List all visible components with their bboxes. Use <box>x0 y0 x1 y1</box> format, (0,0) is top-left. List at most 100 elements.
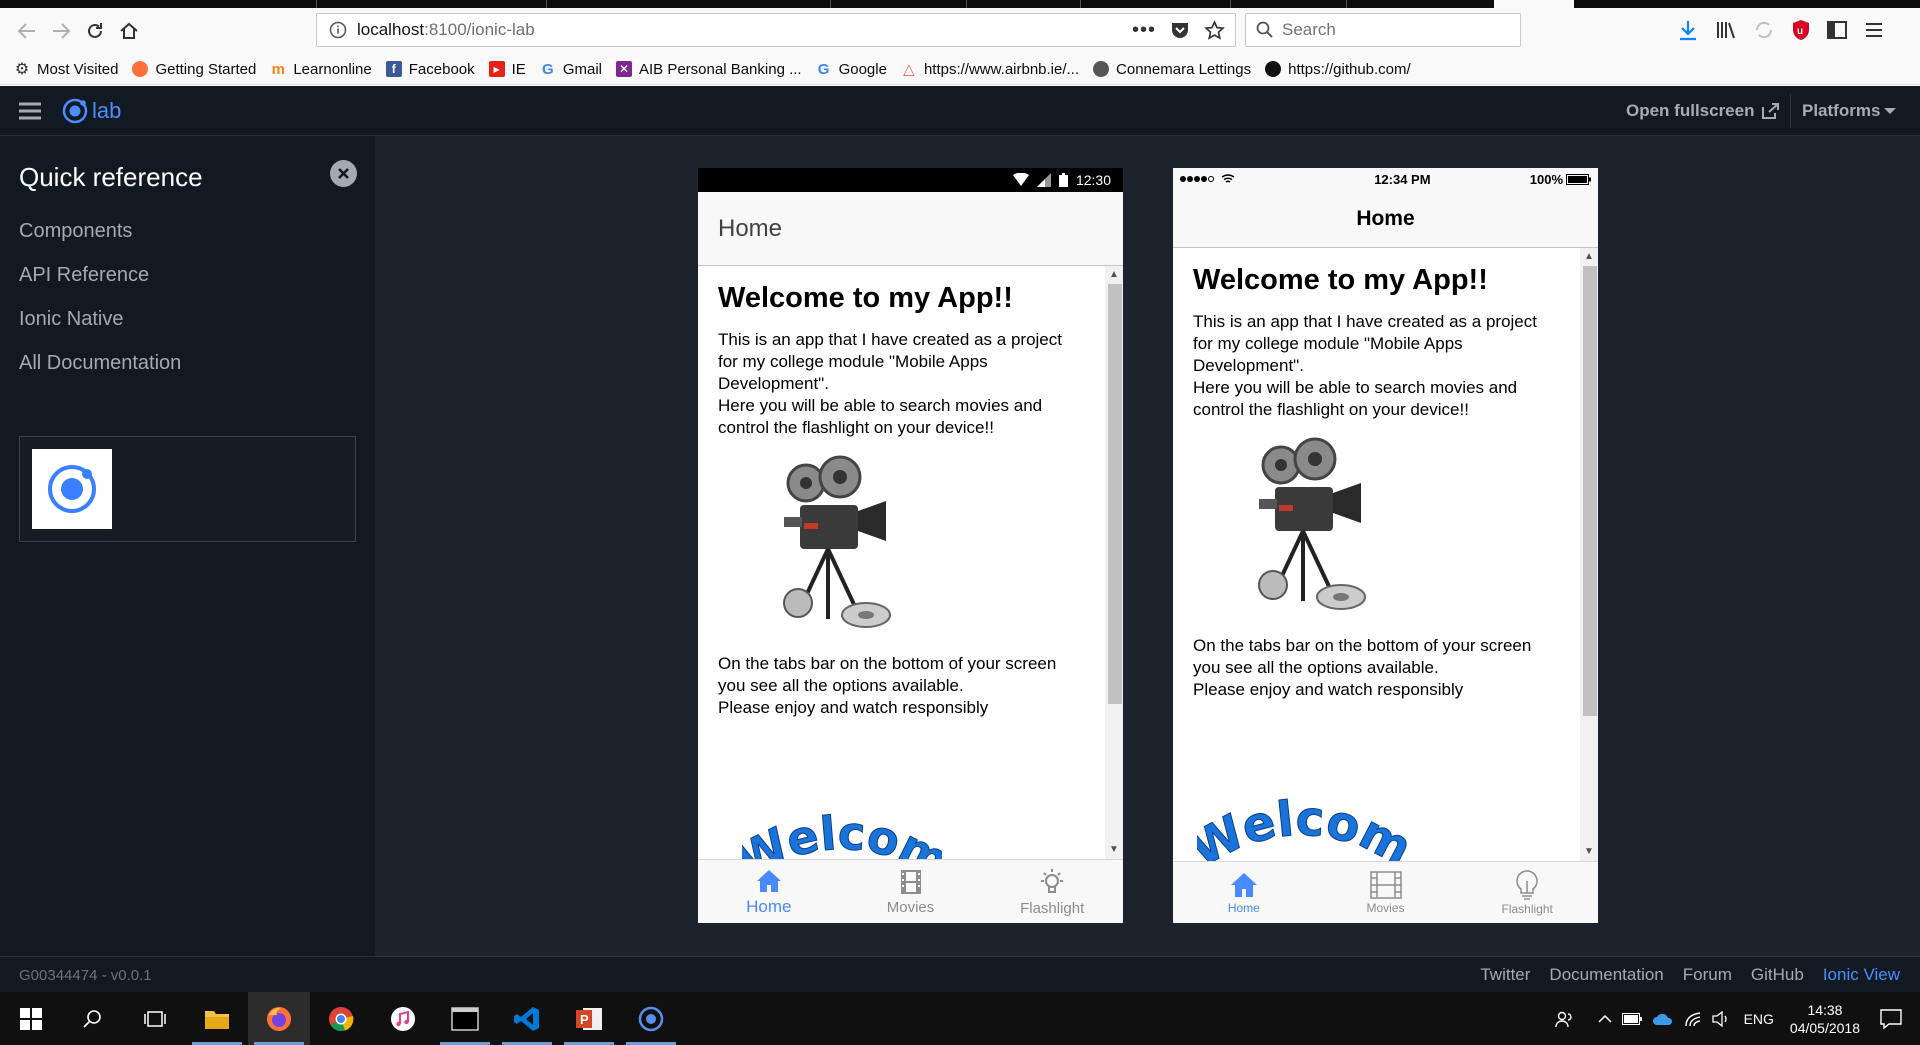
hamburger-menu-icon[interactable] <box>1864 20 1884 40</box>
android-page-title: Home <box>698 192 1123 266</box>
network-icon[interactable] <box>1684 1011 1702 1027</box>
bookmark-most-visited[interactable]: ⚙ Most Visited <box>14 61 119 79</box>
search-button[interactable] <box>62 992 124 1045</box>
footer-link-github[interactable]: GitHub <box>1751 965 1804 985</box>
bookmark-airbnb[interactable]: △ https://www.airbnb.ie/... <box>901 61 1079 79</box>
ionic-app[interactable] <box>620 992 682 1045</box>
google-icon: G <box>817 60 830 78</box>
bookmark-aib[interactable]: ✕ AIB Personal Banking ... <box>615 61 802 78</box>
ios-scrollbar[interactable]: ▲ ▼ <box>1580 248 1598 861</box>
ionic-logo-icon <box>638 1006 664 1031</box>
people-icon[interactable] <box>1554 1009 1574 1029</box>
sidebar-link-components[interactable]: Components <box>19 209 181 253</box>
close-sidebar-button[interactable] <box>330 160 357 187</box>
sidebar-link-api-reference[interactable]: API Reference <box>19 253 181 297</box>
svg-text:Welcome: Welcome <box>742 809 942 859</box>
scroll-down-arrow-icon[interactable]: ▼ <box>1109 845 1119 855</box>
tab-home[interactable]: Home <box>698 860 840 923</box>
reload-button[interactable] <box>78 14 112 48</box>
sidebar-toggle-icon[interactable] <box>1826 19 1848 41</box>
ionic-view-promo[interactable] <box>19 436 356 542</box>
platforms-dropdown[interactable]: Platforms <box>1802 101 1897 121</box>
open-fullscreen-button[interactable]: Open fullscreen <box>1626 101 1780 121</box>
task-view-button[interactable] <box>124 992 186 1045</box>
battery-icon[interactable] <box>1621 1012 1642 1025</box>
tab-flashlight[interactable]: Flashlight <box>1456 862 1598 923</box>
tab-flashlight[interactable]: Flashlight <box>981 860 1123 923</box>
library-icon[interactable] <box>1714 18 1738 42</box>
bookmark-google[interactable]: G Google <box>816 61 887 78</box>
browser-toolbar: localhost:8100/ionic-lab ••• Search u <box>0 8 1920 54</box>
ios-page-title: Home <box>1173 190 1598 248</box>
powerpoint-app[interactable]: P <box>558 992 620 1045</box>
firefox-app[interactable] <box>248 992 310 1045</box>
bookmark-connemara[interactable]: Connemara Lettings <box>1093 61 1251 78</box>
file-explorer-app[interactable] <box>186 992 248 1045</box>
scroll-down-arrow-icon[interactable]: ▼ <box>1584 847 1594 857</box>
external-link-icon <box>1762 103 1780 119</box>
scrollbar-thumb[interactable] <box>1108 284 1122 704</box>
scrollbar-thumb[interactable] <box>1583 266 1597 716</box>
sidebar-link-all-documentation[interactable]: All Documentation <box>19 341 181 385</box>
url-bar[interactable]: localhost:8100/ionic-lab ••• <box>316 13 1236 47</box>
active-tab[interactable] <box>1494 0 1574 8</box>
onedrive-icon[interactable] <box>1652 1012 1674 1026</box>
scroll-up-arrow-icon[interactable]: ▲ <box>1109 270 1119 280</box>
search-bar[interactable]: Search <box>1245 13 1521 47</box>
star-icon[interactable] <box>1204 19 1225 41</box>
itunes-app[interactable] <box>372 992 434 1045</box>
tab-strip <box>0 0 1920 8</box>
intro-line-1: This is an app that I have created as a … <box>1193 312 1537 375</box>
lab-footer: G00344474 - v0.0.1 Twitter Documentation… <box>0 956 1920 992</box>
footer-link-ionic-view[interactable]: Ionic View <box>1823 965 1900 985</box>
language-indicator[interactable]: ENG <box>1744 1011 1774 1027</box>
android-device-preview: 12:30 Home Welcome to my App!! This is a… <box>698 168 1123 923</box>
menu-button[interactable] <box>18 101 42 121</box>
movie-camera-image <box>778 453 898 633</box>
bookmark-label: Getting Started <box>155 60 257 78</box>
vscode-app[interactable] <box>496 992 558 1045</box>
ionic-logo-icon <box>62 98 88 124</box>
download-icon[interactable] <box>1676 18 1700 42</box>
clock[interactable]: 14:38 04/05/2018 <box>1790 1001 1860 1037</box>
info-icon[interactable] <box>329 21 347 39</box>
tab-movies[interactable]: Movies <box>1315 862 1457 923</box>
sync-icon[interactable] <box>1752 18 1776 42</box>
airbnb-icon: △ <box>903 61 915 78</box>
start-button[interactable] <box>0 992 62 1045</box>
pocket-icon[interactable] <box>1170 20 1190 40</box>
bookmark-github[interactable]: https://github.com/ <box>1265 61 1411 78</box>
ios-tab-bar: Home Movies Flashlight <box>1173 861 1598 923</box>
shield-icon[interactable]: u <box>1790 18 1812 42</box>
bulb-icon <box>1041 869 1064 893</box>
chevron-up-icon[interactable] <box>1598 1014 1612 1024</box>
command-prompt-app[interactable] <box>434 992 496 1045</box>
back-button[interactable] <box>10 14 44 48</box>
tab-movies[interactable]: Movies <box>840 860 982 923</box>
github-icon <box>1265 61 1282 77</box>
notifications-icon[interactable] <box>1880 1008 1902 1029</box>
bookmark-facebook[interactable]: f Facebook <box>385 61 475 78</box>
volume-icon[interactable] <box>1711 1010 1730 1027</box>
chrome-app[interactable] <box>310 992 372 1045</box>
ios-time: 12:34 PM <box>1374 171 1431 187</box>
ios-content[interactable]: Welcome to my App!! This is an app that … <box>1173 248 1598 861</box>
tab-home[interactable]: Home <box>1173 862 1315 923</box>
bookmark-ie[interactable]: ▶ IE <box>488 61 526 78</box>
bookmark-learnonline[interactable]: m Learnonline <box>270 61 372 78</box>
footer-link-forum[interactable]: Forum <box>1683 965 1732 985</box>
forward-button[interactable] <box>44 14 78 48</box>
footer-link-documentation[interactable]: Documentation <box>1549 965 1663 985</box>
android-content[interactable]: Welcome to my App!! This is an app that … <box>698 266 1123 859</box>
back-arrow-icon <box>17 23 35 39</box>
android-scrollbar[interactable]: ▲ ▼ <box>1105 266 1123 859</box>
ionic-app-logo <box>32 449 112 529</box>
signal-dots-icon <box>1180 176 1214 182</box>
scroll-up-arrow-icon[interactable]: ▲ <box>1584 252 1594 262</box>
page-actions-icon[interactable]: ••• <box>1132 19 1156 42</box>
home-button[interactable] <box>112 14 146 48</box>
sidebar-link-ionic-native[interactable]: Ionic Native <box>19 297 181 341</box>
bookmark-gmail[interactable]: G Gmail <box>540 61 602 78</box>
bookmark-getting-started[interactable]: Getting Started <box>132 61 256 78</box>
footer-link-twitter[interactable]: Twitter <box>1480 965 1530 985</box>
